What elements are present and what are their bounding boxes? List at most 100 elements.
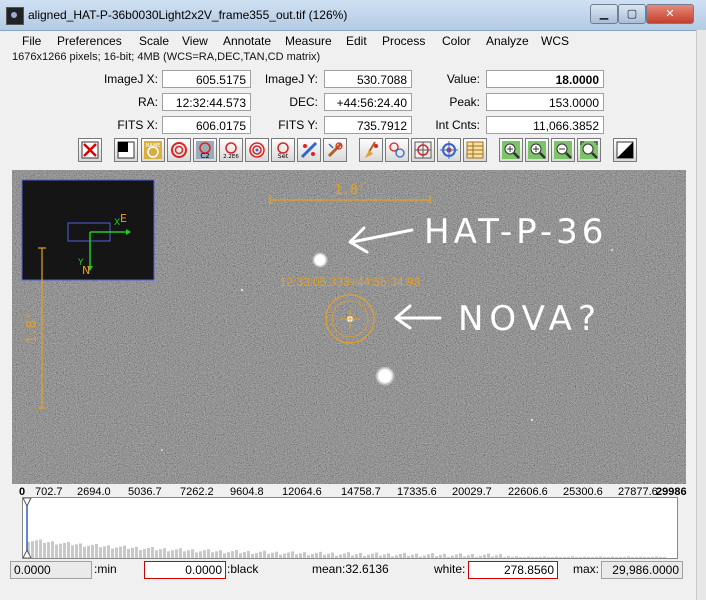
histogram-bar [231, 551, 234, 558]
histogram-bar [499, 554, 502, 558]
compass-y: Y [77, 258, 84, 268]
histogram-bar [459, 553, 462, 558]
peak-label: Peak: [449, 95, 480, 109]
histogram-bar [655, 556, 658, 558]
menu-analyze[interactable]: Analyze [486, 34, 529, 48]
histogram-panel[interactable] [22, 497, 678, 559]
histogram-bar [475, 557, 478, 558]
name-icon[interactable]: NAME [141, 138, 165, 162]
histogram-bar [71, 545, 74, 558]
histogram-bar [543, 556, 546, 558]
histogram-bar [551, 557, 554, 558]
min-field[interactable]: 0.0000 [10, 561, 92, 579]
histogram-bar [379, 555, 382, 558]
histogram-bar [295, 554, 298, 558]
scale-bar-h-label: 1.8' [334, 183, 365, 198]
histogram-bar [659, 557, 662, 558]
menu-file[interactable]: File [22, 34, 41, 48]
fits-y-field: 735.7912 [324, 116, 412, 134]
histogram-bar [183, 551, 186, 558]
imagej-x-label: ImageJ X: [103, 72, 158, 86]
image-canvas[interactable]: E X N Y 1.8' 1.8' 12:33:05.333+44:55:34.… [12, 170, 686, 484]
histogram-bar [547, 557, 550, 558]
mean-label: mean:32.6136 [312, 562, 389, 576]
minimize-button[interactable]: ▁ [590, 4, 618, 24]
contrast-icon[interactable] [613, 138, 637, 162]
histogram-bar [95, 543, 98, 558]
white-field[interactable]: 278.8560 [468, 561, 558, 579]
histogram-bar [531, 557, 534, 558]
histogram-bar [223, 553, 226, 558]
histogram-bar [343, 553, 346, 558]
histogram-bar [611, 556, 614, 558]
menu-scale[interactable]: Scale [139, 34, 169, 48]
histogram-bar [403, 552, 406, 558]
2-2e6-icon[interactable]: 2.2E6 [219, 138, 243, 162]
histogram-bar [99, 547, 102, 558]
menu-color[interactable]: Color [442, 34, 471, 48]
menu-view[interactable]: View [182, 34, 208, 48]
histogram-bar [227, 552, 230, 558]
invert-icon[interactable] [114, 138, 138, 162]
menu-measure[interactable]: Measure [285, 34, 332, 48]
histogram-bar [439, 554, 442, 558]
histogram-bar [523, 556, 526, 558]
wand-icon[interactable] [323, 138, 347, 162]
histogram-bar [347, 552, 350, 558]
histogram-bar [635, 557, 638, 558]
histogram-bar [327, 553, 330, 558]
int-cnts-field: 11,066.3852 [486, 116, 604, 134]
histogram-bar [563, 557, 566, 558]
histogram-bar [559, 557, 562, 558]
menu-edit[interactable]: Edit [346, 34, 367, 48]
menu-annotate[interactable]: Annotate [223, 34, 271, 48]
histogram-bar [319, 551, 322, 558]
histogram-bar [463, 556, 466, 558]
histogram-bar [507, 556, 510, 558]
histogram-bar [435, 556, 438, 558]
set-aperture-icon[interactable]: Set [271, 138, 295, 162]
multi-aperture-icon[interactable] [385, 138, 409, 162]
zoom-in-icon[interactable] [525, 138, 549, 162]
radial-profile-icon[interactable] [411, 138, 435, 162]
c2-icon[interactable]: C2 [193, 138, 217, 162]
histogram-bar [599, 556, 602, 558]
histogram-bar [299, 553, 302, 558]
close-button[interactable]: ✕ [646, 4, 694, 24]
histogram-bar [147, 548, 150, 558]
histogram-bar [587, 557, 590, 558]
histogram-bar [539, 556, 542, 558]
maximize-button[interactable]: ▢ [618, 4, 646, 24]
histogram-bar [479, 555, 482, 558]
histogram-bar [191, 549, 194, 558]
menu-process[interactable]: Process [382, 34, 425, 48]
histogram-bar [371, 553, 374, 558]
aperture-icon[interactable] [167, 138, 191, 162]
astrometry-icon[interactable] [297, 138, 321, 162]
histogram-bar [63, 542, 66, 558]
histogram-bar [515, 556, 518, 558]
zoom-fit-icon[interactable] [577, 138, 601, 162]
annulus-icon[interactable] [245, 138, 269, 162]
histogram-bar [167, 551, 170, 558]
histogram-bar [203, 550, 206, 558]
clear-overlay-icon[interactable] [78, 138, 102, 162]
zoom-in-fit-icon[interactable] [499, 138, 523, 162]
menu-wcs[interactable]: WCS [541, 34, 569, 48]
table-icon[interactable] [463, 138, 487, 162]
target-icon[interactable] [437, 138, 461, 162]
zoom-out-icon[interactable] [551, 138, 575, 162]
black-field[interactable]: 0.0000 [144, 561, 226, 579]
c2-icon-label: C2 [200, 152, 209, 160]
title-bar[interactable]: aligned_HAT-P-36b0030Light2x2V_frame355_… [0, 0, 706, 31]
broom-icon[interactable] [359, 138, 383, 162]
histogram-bar [375, 552, 378, 558]
histogram-bar [59, 543, 62, 558]
histogram-bar [399, 554, 402, 558]
fits-y-label: FITS Y: [278, 118, 318, 132]
histogram-bar [251, 554, 254, 558]
scale-bar-v-label: 1.8' [25, 312, 40, 343]
histogram-bar [143, 549, 146, 558]
menu-preferences[interactable]: Preferences [57, 34, 122, 48]
histogram-bar [323, 554, 326, 558]
